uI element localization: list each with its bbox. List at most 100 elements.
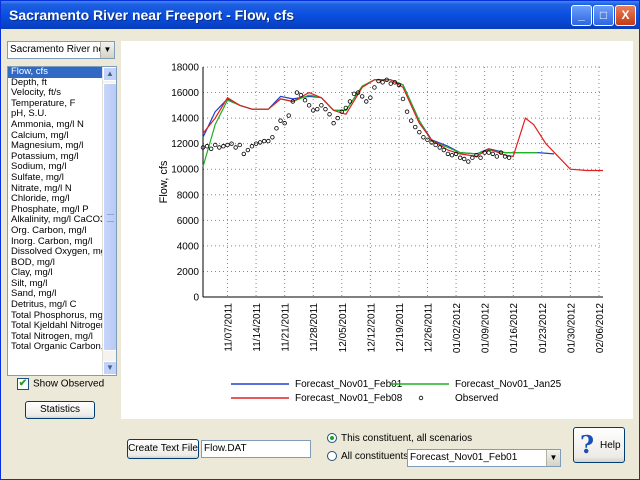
- chevron-down-icon[interactable]: ▼: [546, 450, 560, 466]
- legend-label: Observed: [455, 393, 498, 404]
- x-tick-label: 12/05/2011: [338, 303, 349, 353]
- radio-selected-icon[interactable]: [327, 433, 337, 444]
- list-item[interactable]: Detritus, mg/l C: [8, 300, 103, 311]
- radio-this-constituent[interactable]: This constituent, all scenarios: [327, 433, 472, 444]
- list-item[interactable]: Silt, mg/l: [8, 279, 103, 290]
- checkmark-icon[interactable]: ✔: [17, 378, 29, 390]
- y-tick-label: 14000: [171, 114, 199, 125]
- scroll-down-icon[interactable]: ▼: [103, 361, 116, 375]
- observed-point: [494, 154, 500, 159]
- x-tick-label: 11/07/2011: [223, 303, 234, 352]
- list-item[interactable]: Sodium, mg/l: [8, 162, 103, 173]
- observed-point: [262, 138, 267, 144]
- scenario-select[interactable]: Forecast_Nov01_Feb01 ▼: [407, 449, 561, 467]
- list-item[interactable]: Velocity, ft/s: [8, 88, 103, 99]
- list-item[interactable]: Total Organic Carbon, n: [8, 342, 103, 353]
- list-scrollbar[interactable]: ▲ ▼: [102, 67, 116, 375]
- plot-area: 0 2000 4000 6000 8000 10000 12000 14000 16000 180…: [121, 41, 633, 419]
- grip-icon: [107, 214, 114, 222]
- legend-label: Forecast_Nov01_Feb08: [295, 393, 403, 404]
- legend-marker: [418, 395, 424, 401]
- list-item[interactable]: Chloride, mg/l: [8, 194, 103, 205]
- observed-point: [286, 113, 291, 118]
- x-tick-label: 11/28/2011: [309, 303, 320, 352]
- title-bar[interactable]: Sacramento River near Freeport - Flow, c…: [1, 1, 639, 29]
- list-item[interactable]: Clay, mg/l: [8, 268, 103, 279]
- observed-point: [404, 109, 410, 114]
- maximize-button[interactable]: □: [593, 5, 614, 26]
- observed-point: [327, 112, 332, 117]
- observed-point: [241, 151, 247, 157]
- list-item[interactable]: BOD, mg/l: [8, 258, 103, 269]
- radio-all-constituents[interactable]: All constituents,: [327, 451, 411, 462]
- observed-point: [274, 126, 279, 131]
- series-line-forecast-nov01-feb08: [202, 79, 603, 172]
- observed-point: [278, 118, 283, 123]
- list-item[interactable]: Org. Carbon, mg/l: [8, 226, 103, 237]
- chevron-down-icon[interactable]: ▼: [100, 42, 114, 58]
- observed-point: [372, 85, 377, 90]
- observed-point: [445, 151, 451, 157]
- observed-point: [449, 152, 455, 158]
- show-observed-checkbox[interactable]: ✔ Show Observed: [17, 378, 104, 390]
- close-button[interactable]: X: [615, 5, 636, 26]
- list-item[interactable]: Total Kjeldahl Nitrogen,: [8, 321, 103, 332]
- observed-point: [437, 145, 442, 150]
- y-tick-label: 4000: [177, 241, 200, 252]
- list-item[interactable]: Temperature, F: [8, 99, 103, 110]
- observed-point: [302, 98, 308, 103]
- list-item[interactable]: Phosphate, mg/l P: [8, 205, 103, 216]
- list-item[interactable]: Calcium, mg/l: [8, 131, 103, 142]
- statistics-button[interactable]: Statistics: [25, 401, 95, 419]
- y-axis-label: Flow, cfs: [158, 160, 170, 203]
- observed-point: [421, 135, 426, 140]
- scroll-thumb[interactable]: [103, 83, 116, 351]
- observed-point: [417, 129, 422, 135]
- minimize-button[interactable]: _: [571, 5, 592, 26]
- list-item[interactable]: Depth, ft: [8, 78, 103, 89]
- filename-input[interactable]: Flow.DAT: [201, 440, 311, 458]
- list-item[interactable]: Nitrate, mg/l N: [8, 184, 103, 195]
- scenario-select-value: Forecast_Nov01_Feb01: [410, 452, 518, 463]
- observed-point: [478, 155, 483, 160]
- y-tick-label: 18000: [171, 63, 199, 74]
- list-item[interactable]: Sulfate, mg/l: [8, 173, 103, 184]
- y-tick-label: 10000: [171, 165, 199, 176]
- observed-point: [266, 138, 271, 144]
- constituent-list[interactable]: Flow, cfs Depth, ft Velocity, ft/s Temperat…: [7, 66, 117, 376]
- scroll-up-icon[interactable]: ▲: [103, 67, 116, 81]
- x-tick-label: 01/09/2012: [481, 303, 492, 353]
- list-item[interactable]: Total Phosphorus, mg/l: [8, 311, 103, 322]
- y-tick-label: 2000: [177, 267, 200, 278]
- observed-point: [400, 96, 406, 102]
- list-item[interactable]: Alkalinity, mg/l CaCO3: [8, 215, 103, 226]
- x-tick-label: 11/14/2011: [252, 303, 263, 352]
- show-observed-label: Show Observed: [33, 378, 105, 390]
- list-item[interactable]: Inorg. Carbon, mg/l: [8, 237, 103, 248]
- observed-point: [441, 147, 447, 153]
- observed-point: [408, 118, 414, 123]
- radio-unselected-icon[interactable]: [327, 451, 337, 462]
- x-tick-label: 01/23/2012: [538, 303, 549, 353]
- location-select[interactable]: Sacramento River near ▼: [7, 41, 115, 59]
- list-item[interactable]: Flow, cfs: [8, 67, 103, 78]
- list-item[interactable]: Total Nitrogen, mg/l: [8, 332, 103, 343]
- list-item[interactable]: Magnesium, mg/l: [8, 141, 103, 152]
- observed-point: [490, 151, 495, 157]
- observed-point: [217, 145, 222, 150]
- radio-all-label: All constituents,: [341, 451, 412, 462]
- list-item[interactable]: Sand, mg/l: [8, 289, 103, 300]
- x-tick-label: 02/06/2012: [595, 303, 606, 353]
- observed-point: [466, 159, 471, 164]
- list-item[interactable]: Potassium, mg/l: [8, 152, 103, 163]
- observed-point: [368, 95, 373, 100]
- help-button[interactable]: ? Help: [573, 427, 625, 463]
- create-text-file-button[interactable]: Create Text File: [127, 439, 199, 459]
- x-tick-label: 01/16/2012: [509, 303, 520, 353]
- list-item[interactable]: Ammonia, mg/l N: [8, 120, 103, 131]
- list-item[interactable]: pH, S.U.: [8, 109, 103, 120]
- observed-point: [457, 155, 463, 160]
- x-tick-label: 11/21/2011: [281, 303, 292, 352]
- x-tick-label: 01/30/2012: [566, 303, 577, 353]
- list-item[interactable]: Dissolved Oxygen, mg/l: [8, 247, 103, 258]
